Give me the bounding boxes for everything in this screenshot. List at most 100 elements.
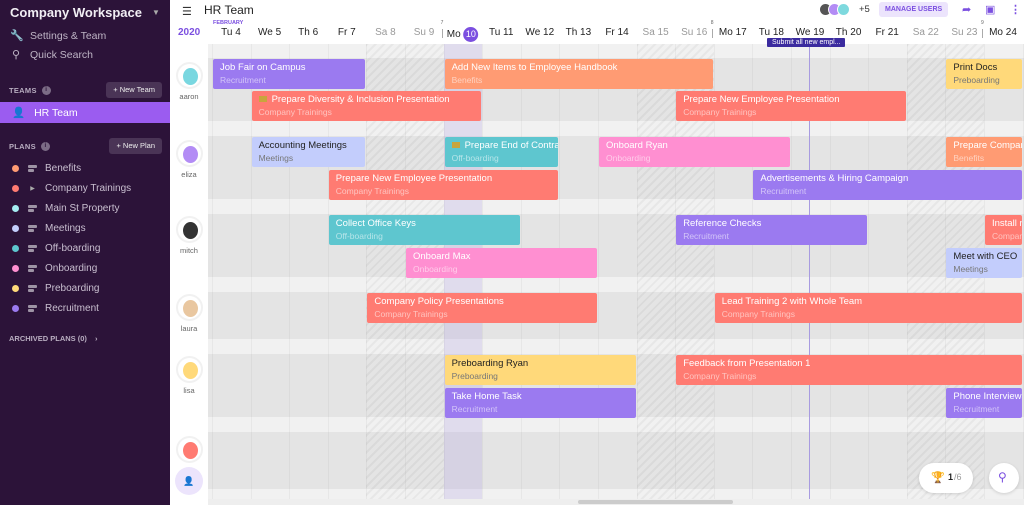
task-bar[interactable]: Print Docs Preboarding — [946, 59, 1022, 89]
inbox-icon[interactable]: ▣ — [985, 3, 995, 16]
task-bar[interactable]: Prepare End of Contra Off-boarding — [444, 137, 559, 167]
person[interactable] — [170, 436, 208, 463]
scrollbar-thumb[interactable] — [578, 500, 733, 504]
avatar[interactable] — [175, 294, 203, 321]
plan-label: Recruitment — [45, 302, 99, 314]
task-bar[interactable]: Onboard Max Onboarding — [406, 248, 597, 278]
task-plan: Company Trainings — [683, 107, 757, 117]
task-title: Onboard Ryan — [606, 140, 783, 152]
task-bar[interactable]: Preboarding Ryan Preboarding — [444, 355, 636, 385]
task-bar[interactable]: Prepare New Employee Presentation Company… — [328, 170, 559, 200]
archived-plans-toggle[interactable]: ARCHIVED PLANS (0) › — [9, 334, 97, 343]
avatar[interactable] — [175, 62, 203, 89]
workspace-switcher[interactable]: Company Workspace ▼ — [10, 5, 160, 20]
share-icon[interactable]: ➦ — [962, 3, 971, 16]
task-bar[interactable]: Add New Items to Employee Handbook Benefi… — [444, 59, 713, 89]
team-item-hr[interactable]: 👤 HR Team — [0, 102, 170, 123]
menu-icon[interactable]: ☰ — [182, 5, 192, 18]
user-avatars[interactable] — [819, 3, 850, 16]
achievements-current: 1 — [948, 472, 954, 482]
task-bar[interactable]: Prepare Diversity & Inclusion Presentati… — [251, 91, 482, 121]
day-header[interactable]: Th 20 — [836, 27, 862, 38]
task-bar[interactable]: Prepare New Employee Presentation Company… — [676, 91, 906, 121]
day-header[interactable]: Mo 17 — [719, 27, 747, 38]
day-header[interactable]: Mo 24 — [989, 27, 1017, 38]
task-bar[interactable]: Company Policy Presentations Company Trai… — [367, 293, 597, 323]
day-header[interactable]: Tu 11 — [489, 27, 513, 38]
day-header[interactable]: Th 13 — [566, 27, 592, 38]
sidebar-plan-item[interactable]: Main St Property — [12, 201, 119, 215]
day-header[interactable]: Tu 18 — [759, 27, 784, 38]
task-bar[interactable]: Collect Office Keys Off-boarding — [328, 215, 520, 245]
achievements-button[interactable]: 🏆 1 /6 — [919, 463, 973, 493]
person[interactable]: lisa — [170, 356, 208, 395]
extra-users-count[interactable]: +5 — [859, 4, 870, 15]
sidebar-plan-item[interactable]: ▶ Company Trainings — [12, 181, 131, 195]
add-person-button[interactable]: 👤 — [175, 467, 203, 495]
day-header[interactable]: Su 23 — [951, 27, 977, 38]
day-header[interactable]: Tu 4 — [221, 27, 241, 38]
task-bar[interactable]: Take Home Task Recruitment — [444, 388, 636, 418]
day-header[interactable]: We 19 — [796, 27, 825, 38]
sidebar-plan-item[interactable]: Onboarding — [12, 261, 97, 275]
task-bar[interactable]: Reference Checks Recruitment — [676, 215, 868, 245]
task-bar[interactable]: Feedback from Presentation 1 Company Trai… — [676, 355, 1022, 385]
sidebar: Company Workspace ▼ 🔧 Settings & Team ⚲ Qui… — [0, 0, 170, 505]
horizontal-scrollbar[interactable] — [208, 499, 1024, 505]
sidebar-plan-item[interactable]: Recruitment — [12, 301, 99, 315]
zoom-button[interactable]: ⚲ — [989, 463, 1019, 493]
avatar[interactable] — [175, 356, 203, 383]
sidebar-plan-item[interactable]: Off-boarding — [12, 241, 100, 255]
person[interactable]: mitch — [170, 216, 208, 255]
day-header[interactable]: We 5 — [258, 27, 281, 38]
quick-search-link[interactable]: ⚲ Quick Search — [10, 48, 93, 62]
avatar[interactable] — [175, 436, 203, 463]
day-header[interactable]: Fr 21 — [876, 27, 899, 38]
achievements-total: /6 — [954, 472, 962, 482]
task-bar[interactable]: Install ne Compan — [985, 215, 1022, 245]
teams-section-label: TEAMS i — [9, 86, 51, 95]
tooltip: Submit all new empl... — [767, 38, 846, 47]
timeline-grid[interactable]: Job Fair on Campus Recruitment Add New Ite… — [208, 44, 1024, 499]
more-icon[interactable]: ⋮ — [1010, 3, 1021, 16]
task-title-text: Lead Training 2 with Whole Team — [721, 296, 863, 307]
task-title: Prepare Diversity & Inclusion Presentati… — [258, 94, 475, 106]
sidebar-plan-item[interactable]: Meetings — [12, 221, 86, 235]
day-header[interactable]: Mo 10 — [447, 27, 479, 42]
new-plan-button[interactable]: + New Plan — [109, 138, 162, 154]
task-bar[interactable]: Accounting Meetings Meetings — [251, 137, 366, 167]
task-bar[interactable]: Lead Training 2 with Whole Team Company T… — [714, 293, 1022, 323]
day-header[interactable]: Sa 8 — [375, 27, 396, 38]
person[interactable]: laura — [170, 294, 208, 333]
task-bar[interactable]: Phone Interviews Recruitment — [946, 388, 1022, 418]
day-header[interactable]: Sa 15 — [643, 27, 669, 38]
day-header[interactable]: Fr 7 — [338, 27, 356, 38]
day-header[interactable]: We 12 — [525, 27, 554, 38]
day-header[interactable]: Su 9 — [414, 27, 435, 38]
settings-team-link[interactable]: 🔧 Settings & Team — [10, 29, 106, 43]
person[interactable]: aaron — [170, 62, 208, 101]
plan-icon — [28, 164, 37, 173]
task-title-text: Add New Items to Employee Handbook — [451, 62, 618, 73]
info-icon[interactable]: i — [41, 86, 51, 95]
new-team-button[interactable]: + New Team — [106, 82, 162, 98]
task-bar[interactable]: Prepare Company Benefits — [946, 137, 1022, 167]
plan-color-dot — [12, 204, 19, 212]
day-header[interactable]: Fr 14 — [605, 27, 628, 38]
day-header[interactable]: Su 16 — [681, 27, 707, 38]
sidebar-plan-item[interactable]: Benefits — [12, 161, 81, 175]
sidebar-plan-item[interactable]: Preboarding — [12, 281, 99, 295]
person[interactable]: eliza — [170, 140, 208, 179]
manage-users-button[interactable]: MANAGE USERS — [879, 2, 949, 17]
info-icon[interactable]: i — [40, 142, 50, 151]
task-bar[interactable]: Advertisements & Hiring Campaign Recruitm… — [753, 170, 1022, 200]
day-header[interactable]: Th 6 — [298, 27, 318, 38]
plan-color-dot — [12, 304, 19, 312]
day-header[interactable]: Sa 22 — [913, 27, 939, 38]
task-bar[interactable]: Meet with CEO Meetings — [946, 248, 1022, 278]
task-bar[interactable]: Onboard Ryan Onboarding — [599, 137, 790, 167]
task-bar[interactable]: Job Fair on Campus Recruitment — [213, 59, 366, 89]
expand-arrow-icon[interactable]: ▶ — [28, 185, 37, 192]
avatar[interactable] — [175, 216, 203, 243]
avatar[interactable] — [175, 140, 203, 167]
